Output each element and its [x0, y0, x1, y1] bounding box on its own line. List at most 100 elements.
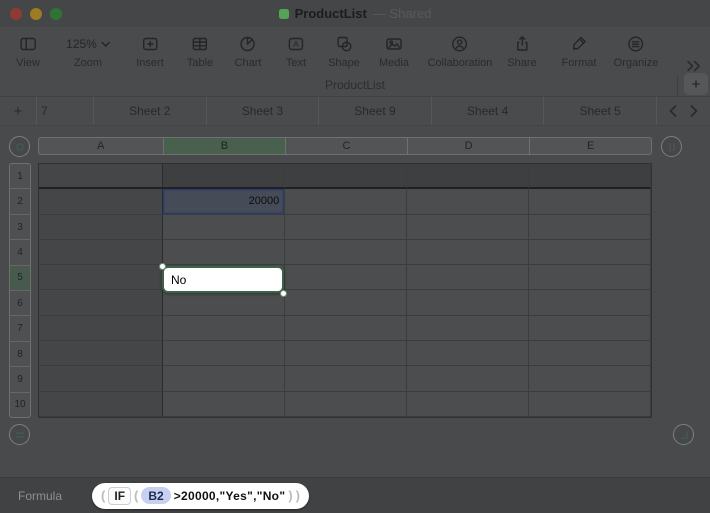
cell-e7[interactable]	[529, 315, 651, 342]
shape-button[interactable]: Shape	[328, 33, 360, 69]
cell-d9[interactable]	[406, 366, 530, 392]
cell-c6[interactable]	[285, 290, 407, 316]
insert-button[interactable]: Insert	[136, 33, 164, 69]
formula-token-paren[interactable]: )	[296, 488, 300, 503]
sheet-tab-sheet-9[interactable]: Sheet 9	[318, 97, 431, 125]
selection-handle-top-left[interactable]	[159, 263, 166, 270]
sheet-tab-7[interactable]: 7	[36, 97, 93, 125]
cell-e6[interactable]	[529, 290, 651, 316]
cell-c7[interactable]	[285, 315, 407, 342]
cell-c5[interactable]	[285, 265, 407, 291]
prev-sheet-icon[interactable]	[668, 104, 678, 118]
row-header-8[interactable]: 8	[10, 340, 30, 366]
editing-cell-b5[interactable]: No	[162, 266, 284, 293]
view-button[interactable]: View	[16, 33, 40, 69]
formula-token-text[interactable]: >20000,"Yes","No"	[174, 489, 286, 503]
column-header-a[interactable]: A	[39, 138, 163, 154]
cell-a9[interactable]	[39, 366, 163, 392]
column-header-d[interactable]: D	[406, 138, 530, 154]
cell-e10[interactable]	[529, 391, 651, 417]
cell-c1[interactable]	[285, 164, 407, 190]
row-header-5[interactable]: 5	[10, 264, 30, 291]
cell-b2[interactable]: 20000	[162, 189, 286, 215]
column-header-e[interactable]: E	[529, 138, 651, 154]
add-sheet-button[interactable]: +	[0, 97, 36, 125]
cell-a5[interactable]	[39, 265, 163, 291]
cell-a8[interactable]	[39, 341, 163, 367]
cell-b4[interactable]	[162, 239, 286, 266]
close-button[interactable]	[10, 7, 22, 20]
row-header-6[interactable]: 6	[10, 290, 30, 315]
formula-token-ref[interactable]: B2	[141, 487, 171, 504]
selection-handle-bottom-right[interactable]	[280, 290, 287, 297]
cell-b6[interactable]	[162, 290, 286, 316]
row-header-4[interactable]: 4	[10, 239, 30, 264]
cell-b8[interactable]	[162, 341, 286, 367]
add-row-handle[interactable]	[9, 424, 30, 445]
cell-e1[interactable]	[529, 164, 651, 190]
row-header-9[interactable]: 9	[10, 366, 30, 391]
cell-e8[interactable]	[529, 341, 651, 367]
cell-c4[interactable]	[285, 239, 407, 266]
text-button[interactable]: A Text	[286, 33, 306, 69]
minimize-button[interactable]	[30, 7, 42, 20]
cell-e3[interactable]	[529, 214, 651, 240]
row-header-1[interactable]: 1	[10, 164, 30, 188]
row-header-10[interactable]: 10	[10, 391, 30, 417]
cell-e4[interactable]	[529, 239, 651, 266]
cell-a6[interactable]	[39, 290, 163, 316]
cell-c3[interactable]	[285, 214, 407, 240]
formula-token-paren[interactable]: )	[288, 488, 292, 503]
row-header-2[interactable]: 2	[10, 188, 30, 213]
cell-e9[interactable]	[529, 366, 651, 392]
add-button[interactable]: +	[684, 73, 708, 95]
column-header-b[interactable]: B	[162, 138, 286, 154]
cell-b7[interactable]	[162, 315, 286, 342]
sheet-tab-sheet-4[interactable]: Sheet 4	[430, 97, 544, 125]
table-select-handle[interactable]	[9, 136, 30, 157]
row-header-7[interactable]: 7	[10, 315, 30, 340]
zoom-window-button[interactable]	[50, 7, 62, 20]
cell-d2[interactable]	[406, 189, 530, 215]
chart-button[interactable]: Chart	[235, 33, 261, 69]
cell-c9[interactable]	[285, 366, 407, 392]
formula-editor[interactable]: (IF(B2 >20000,"Yes","No"))	[92, 482, 309, 509]
table-resize-handle[interactable]	[673, 424, 694, 445]
share-button[interactable]: Share	[507, 33, 537, 69]
cell-e2[interactable]	[529, 189, 651, 215]
cell-a3[interactable]	[39, 214, 163, 240]
cell-e5[interactable]	[529, 265, 651, 291]
cell-b10[interactable]	[162, 391, 286, 417]
cell-b3[interactable]	[162, 214, 286, 240]
next-sheet-icon[interactable]	[689, 104, 699, 118]
formula-token-func[interactable]: IF	[108, 486, 132, 505]
cell-d10[interactable]	[406, 391, 530, 417]
column-header-c[interactable]: C	[285, 138, 407, 154]
sheet-tab-sheet-5[interactable]: Sheet 5	[543, 97, 656, 125]
collaboration-button[interactable]: Collaboration	[428, 33, 492, 69]
formula-token-paren[interactable]: (	[134, 488, 138, 503]
cell-d4[interactable]	[406, 239, 530, 266]
organize-button[interactable]: Organize	[614, 33, 658, 69]
cell-a4[interactable]	[39, 239, 163, 266]
cell-d5[interactable]	[406, 265, 530, 291]
zoom-control[interactable]: 125% Zoom	[66, 33, 110, 69]
cell-d8[interactable]	[406, 341, 530, 367]
cell-d3[interactable]	[406, 214, 530, 240]
cell-c8[interactable]	[285, 341, 407, 367]
cell-a10[interactable]	[39, 391, 163, 417]
cell-c10[interactable]	[285, 391, 407, 417]
cell-a2[interactable]	[39, 189, 163, 215]
format-button[interactable]: Format	[562, 33, 596, 69]
add-column-handle[interactable]	[661, 136, 682, 157]
sheet-tab-sheet-2[interactable]: Sheet 2	[93, 97, 206, 125]
cell-d6[interactable]	[406, 290, 530, 316]
row-header-3[interactable]: 3	[10, 213, 30, 239]
cell-d1[interactable]	[406, 164, 530, 190]
media-button[interactable]: Media	[379, 33, 409, 69]
cell-b9[interactable]	[162, 366, 286, 392]
cell-c2[interactable]	[285, 189, 407, 215]
sheet-tab-sheet-3[interactable]: Sheet 3	[205, 97, 319, 125]
cell-b1[interactable]	[162, 164, 286, 190]
formula-token-paren[interactable]: (	[101, 488, 105, 503]
